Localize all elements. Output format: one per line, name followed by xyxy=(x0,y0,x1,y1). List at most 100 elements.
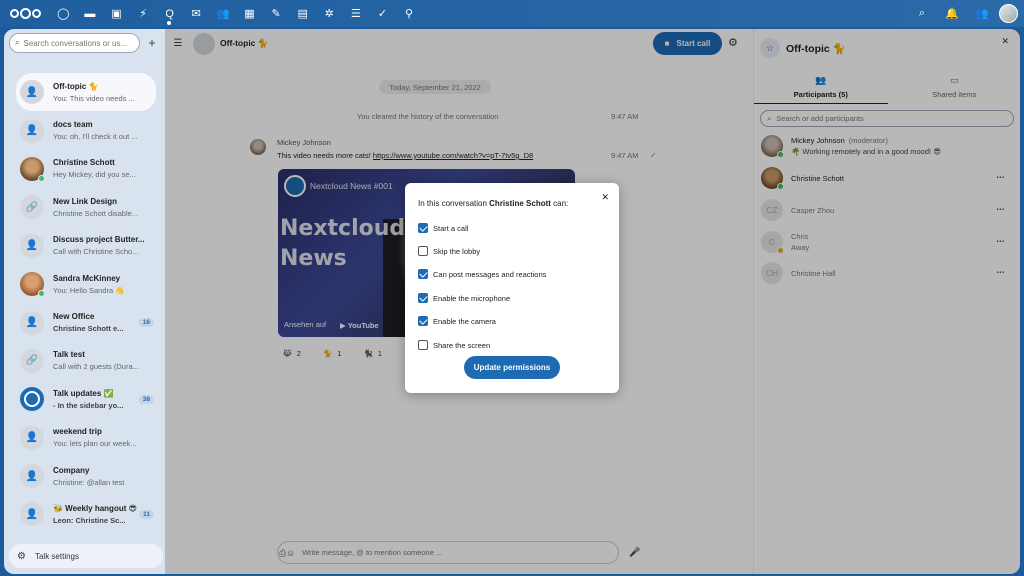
permission-option[interactable]: Can post messages and reactions xyxy=(418,268,546,280)
activity-icon[interactable]: ⚡ xyxy=(130,0,157,27)
avatar: 👤 xyxy=(20,464,44,489)
dashboard-icon[interactable]: ◯ xyxy=(50,0,77,27)
list-item[interactable]: 🔗 Talk test Call with 2 guests (Dura... xyxy=(16,342,156,380)
talk-icon[interactable]: Q xyxy=(156,0,183,27)
conversation-name: weekend trip xyxy=(53,427,102,437)
conversation-last-message: Call with Christine Scho... xyxy=(53,247,139,257)
notes-icon[interactable]: ✎ xyxy=(263,0,290,27)
permission-option[interactable]: Enable the microphone xyxy=(418,292,510,304)
avatar xyxy=(20,156,45,182)
app-menu: ◯ ▬ ▣ ⚡ Q ✉ 👥 ▦ ✎ ▤ ✲ ☰ ✓ ⚲ xyxy=(50,0,422,27)
dialog-title: In this conversation Christine Schott ca… xyxy=(418,199,569,208)
list-item[interactable]: 👤 Off-topic 🐈 You: This video needs ... xyxy=(16,73,156,112)
online-status-dot xyxy=(38,174,45,182)
conversation-last-message: - In the sidebar yo... xyxy=(53,400,124,410)
list-item[interactable]: 🔗 New Link Design Christine Schott disable… xyxy=(16,188,156,226)
avatar: 👤 xyxy=(20,80,44,105)
conversation-last-message: Christine Schott e... xyxy=(53,324,124,334)
conversation-last-message: You: Hello Sandra 👋 xyxy=(53,285,125,295)
avatar: 🔗 xyxy=(20,348,44,373)
tasks-apps-icon[interactable]: ✲ xyxy=(316,0,343,27)
permission-checkbox[interactable] xyxy=(418,293,428,303)
permission-option[interactable]: Enable the camera xyxy=(418,315,496,327)
conversation-name: Off-topic 🐈 xyxy=(53,81,99,91)
list-item[interactable]: 👤 weekend trip You: lets plan our week... xyxy=(16,419,156,457)
tasks-icon[interactable]: ☰ xyxy=(343,0,370,27)
conversation-name: New Office xyxy=(53,312,95,322)
conversation-last-message: You: This video needs ... xyxy=(53,93,135,103)
permission-checkbox[interactable] xyxy=(418,246,428,256)
list-item[interactable]: 👤 docs team You: oh, I'll check it out ... xyxy=(16,111,156,149)
avatar: 👤 xyxy=(20,502,44,527)
conversation-name: Talk test xyxy=(53,350,85,360)
new-conversation-button[interactable]: + xyxy=(144,36,160,50)
permission-label: Skip the lobby xyxy=(433,246,481,256)
close-icon[interactable]: ✕ xyxy=(601,192,609,203)
list-item[interactable]: Christine Schott Hey Mickey, did you se..… xyxy=(16,150,156,188)
conversation-last-message: Hey Mickey, did you se... xyxy=(53,170,136,180)
online-status-dot xyxy=(38,290,45,298)
list-item[interactable]: 👤 Company Christine: @allan test xyxy=(16,457,156,495)
talk-settings-button[interactable]: ⚙ Talk settings xyxy=(9,544,163,568)
check-icon[interactable]: ✓ xyxy=(369,0,396,27)
conversation-last-message: Call with 2 guests (Dura... xyxy=(53,362,139,372)
avatar: 👤 xyxy=(20,233,44,258)
permission-label: Share the screen xyxy=(433,340,491,350)
calendar-icon[interactable]: ▦ xyxy=(236,0,263,27)
user-avatar[interactable] xyxy=(999,4,1018,23)
conversation-last-message: Leon: Christine Sc... xyxy=(53,515,126,525)
conversation-list: 👤 Off-topic 🐈 You: This video needs ... 👤 do… xyxy=(16,73,156,534)
conversation-last-message: You: oh, I'll check it out ... xyxy=(53,132,138,142)
mail-icon[interactable]: ✉ xyxy=(183,0,210,27)
notifications-icon[interactable]: 🔔 xyxy=(939,0,965,27)
unread-badge: 16 xyxy=(138,318,154,328)
search-icon: ⌕ xyxy=(15,38,20,47)
avatar: 🔗 xyxy=(20,195,44,220)
files-icon[interactable]: ▬ xyxy=(77,0,104,27)
permission-option[interactable]: Share the screen xyxy=(418,339,490,351)
conversations-sidebar: ⌕ Search conversations or us... + 👤 Off-t… xyxy=(4,29,165,574)
permission-option[interactable]: Skip the lobby xyxy=(418,245,480,257)
unread-badge: 11 xyxy=(139,510,154,520)
contacts-icon[interactable]: 👥 xyxy=(210,0,237,27)
contacts-menu-icon[interactable]: 👥 xyxy=(969,0,995,27)
search-icon[interactable]: ⌕ xyxy=(909,0,935,27)
conversation-name: Christine Schott xyxy=(53,158,115,168)
avatar xyxy=(20,387,44,412)
permission-option[interactable]: Start a call xyxy=(418,222,468,234)
search-conversations-input[interactable]: ⌕ Search conversations or us... xyxy=(9,33,140,53)
conversation-name: New Link Design xyxy=(53,196,118,206)
permission-checkbox[interactable] xyxy=(418,269,428,279)
avatar xyxy=(20,272,45,298)
conversation-name: 🐝 Weekly hangout 😎 xyxy=(53,503,137,513)
nextcloud-logo[interactable] xyxy=(0,0,50,27)
list-item[interactable]: Sandra McKinney You: Hello Sandra 👋 xyxy=(16,265,156,303)
conversation-last-message: Christine: @allan test xyxy=(53,477,125,487)
list-item[interactable]: 👤 🐝 Weekly hangout 😎 Leon: Christine Sc...… xyxy=(16,495,156,533)
permissions-dialog: ✕ In this conversation Christine Schott … xyxy=(405,183,619,393)
avatar: 👤 xyxy=(20,425,44,450)
permission-checkbox[interactable] xyxy=(418,340,428,350)
permission-label: Enable the microphone xyxy=(433,293,511,303)
permission-label: Start a call xyxy=(433,223,469,233)
list-item[interactable]: Talk updates ✅ - In the sidebar yo... 38 xyxy=(16,380,156,418)
deck-icon[interactable]: ▤ xyxy=(289,0,316,27)
maps-icon[interactable]: ⚲ xyxy=(396,0,423,27)
avatar: 👤 xyxy=(20,310,44,335)
conversation-last-message: Christine Schott disable... xyxy=(53,208,139,218)
permission-label: Can post messages and reactions xyxy=(433,269,547,279)
photos-icon[interactable]: ▣ xyxy=(103,0,130,27)
top-right-menu: ⌕ 🔔 👥 xyxy=(909,0,1018,27)
conversation-name: Discuss project Butter... xyxy=(53,235,145,245)
list-item[interactable]: 👤 Discuss project Butter... Call with Chri… xyxy=(16,227,156,265)
conversation-last-message: You: lets plan our week... xyxy=(53,439,137,449)
conversation-name: Talk updates ✅ xyxy=(53,388,114,398)
permission-checkbox[interactable] xyxy=(418,316,428,326)
update-permissions-button[interactable]: Update permissions xyxy=(464,356,560,379)
list-item[interactable]: 👤 New Office Christine Schott e... 16 xyxy=(16,303,156,341)
avatar: 👤 xyxy=(20,118,44,143)
permission-checkbox[interactable] xyxy=(418,223,428,233)
unread-badge: 38 xyxy=(138,395,154,405)
conversation-name: Sandra McKinney xyxy=(53,273,121,283)
gear-icon: ⚙ xyxy=(17,550,26,562)
